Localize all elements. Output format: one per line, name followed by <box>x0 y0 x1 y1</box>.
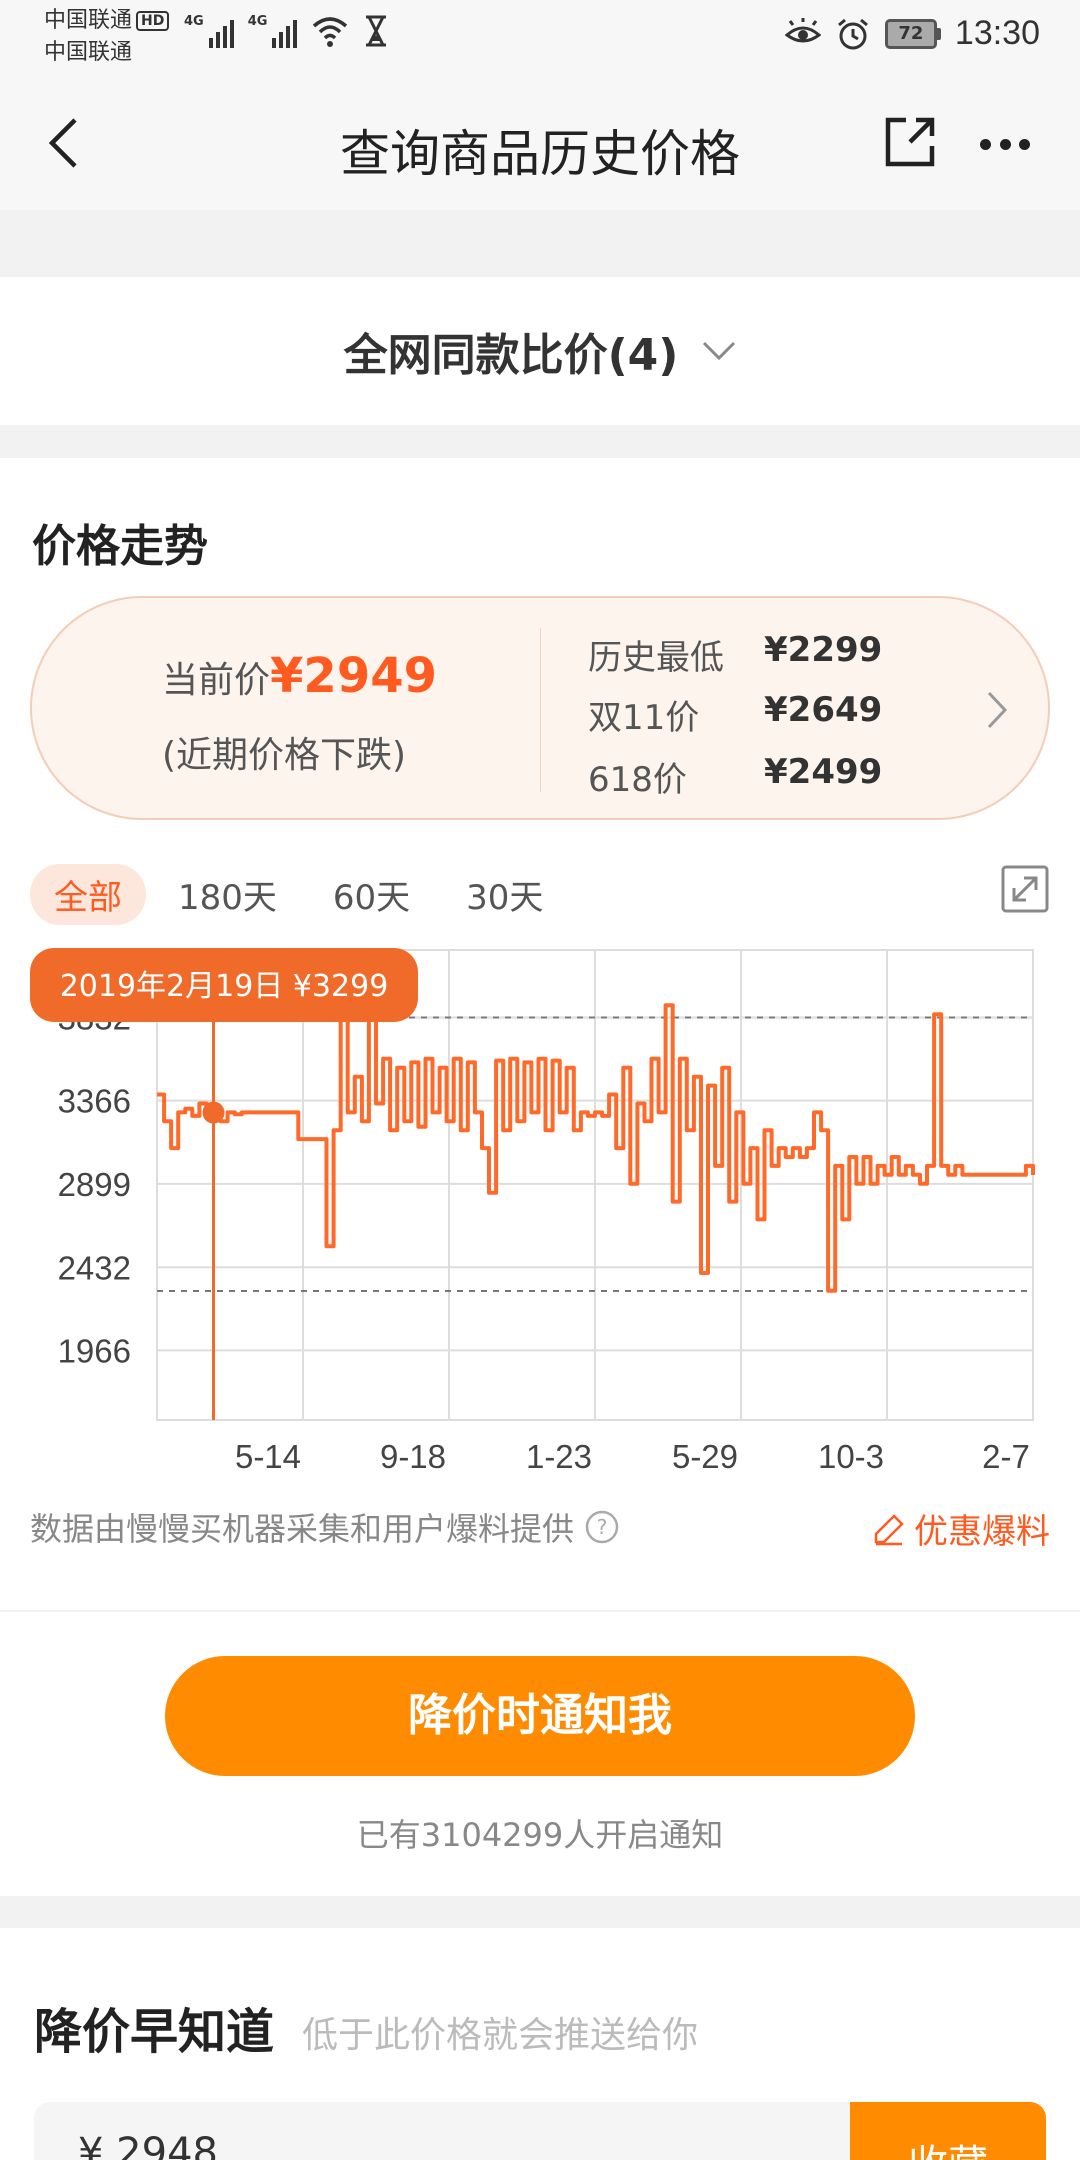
x-tick-label: 2-7 <box>982 1438 1030 1475</box>
current-price-label: 当前价 <box>162 660 271 701</box>
divider <box>540 628 541 792</box>
x-tick-label: 1-23 <box>526 1438 592 1475</box>
price-alert-title: 降价早知道 <box>34 2004 275 2060</box>
hd-badge: HD <box>136 11 170 31</box>
data-source-note: 数据由慢慢买机器采集和用户爆料提供 ? <box>30 1504 620 1550</box>
tooltip-text: 2019年2月19日 ¥3299 <box>60 969 389 1004</box>
notify-on-price-drop-button[interactable]: 降价时通知我 <box>165 1656 915 1776</box>
chevron-down-icon <box>703 341 736 361</box>
more-options-icon[interactable] <box>980 134 1030 154</box>
price-trend-title: 价格走势 <box>32 521 208 572</box>
network-type-1: 4G <box>184 14 204 29</box>
y-tick-label: 3366 <box>58 1083 131 1120</box>
status-right: 72 13:30 <box>784 14 1040 53</box>
price-trend-section: 价格走势 当前价¥2949 (近期价格下跌) 历史最低 ¥2299 双11价 ¥… <box>0 458 1080 1610</box>
carrier-secondary: 中国联通 <box>44 40 133 65</box>
nav-bar: 查询商品历史价格 <box>0 78 1080 210</box>
double11-price-row: 双11价 ¥2649 <box>588 690 882 739</box>
data-source-text: 数据由慢慢买机器采集和用户爆料提供 <box>30 1510 575 1548</box>
history-value: ¥2299 <box>764 630 883 670</box>
pencil-icon <box>874 1513 904 1545</box>
price-trend-note: (近期价格下跌) <box>162 735 407 776</box>
compare-prices-label: 全网同款比价(4) <box>343 330 679 381</box>
carrier-name-1: 中国联通 <box>44 8 133 33</box>
y-tick-label: 2899 <box>58 1166 131 1203</box>
history-label: 双11价 <box>588 698 700 738</box>
history-label: 历史最低 <box>588 638 724 678</box>
history-label: 618价 <box>588 760 687 800</box>
x-tick-label: 5-29 <box>672 1438 738 1475</box>
618-price-row: 618价 ¥2499 <box>588 752 882 801</box>
notify-section: 降价时通知我 已有3104299人开启通知 <box>0 1612 1080 1896</box>
favorite-button[interactable]: 收藏 <box>850 2102 1046 2160</box>
alarm-icon <box>837 18 868 49</box>
fullscreen-icon[interactable] <box>1000 864 1050 914</box>
history-value: ¥2649 <box>764 690 883 730</box>
tab-all[interactable]: 全部 <box>30 864 146 925</box>
current-price-value: ¥2949 <box>270 648 438 704</box>
history-low-row: 历史最低 ¥2299 <box>588 630 882 679</box>
target-price-input[interactable]: ¥ 2948 <box>34 2102 850 2160</box>
history-value: ¥2499 <box>764 752 883 792</box>
notify-count: 已有3104299人开启通知 <box>356 1816 724 1854</box>
time-range-tabs: 全部 180天 60天 30天 <box>30 864 575 925</box>
eye-icon <box>784 17 821 42</box>
price-chart[interactable]: 383233662899243219665-149-181-235-2910-3… <box>0 910 1080 1488</box>
y-tick-label: 1966 <box>58 1332 131 1369</box>
status-bar: 中国联通 HD 中国联通 4G 4G 72 13:30 <box>0 0 1080 78</box>
battery-level: 72 <box>884 18 937 49</box>
price-alert-section: 降价早知道 低于此价格就会推送给你 ¥ 2948 收藏 <box>0 1928 1080 2160</box>
compare-prices-row[interactable]: 全网同款比价(4) <box>0 277 1080 425</box>
tab-180-days[interactable]: 180天 <box>154 864 301 925</box>
chevron-right-icon <box>987 691 1008 729</box>
tab-30-days[interactable]: 30天 <box>442 864 567 925</box>
svg-text:?: ? <box>597 1515 608 1539</box>
signal-icon-1: 4G <box>184 14 234 48</box>
price-chart-svg: 383233662899243219665-149-181-235-2910-3… <box>30 910 1035 1475</box>
clock: 13:30 <box>954 14 1040 52</box>
battery-icon: 72 <box>884 18 941 49</box>
current-price: 当前价¥2949 <box>162 648 437 704</box>
x-tick-label: 5-14 <box>235 1438 301 1475</box>
tab-60-days[interactable]: 60天 <box>309 864 434 925</box>
x-tick-label: 9-18 <box>380 1438 446 1475</box>
x-tick-label: 10-3 <box>818 1438 884 1475</box>
share-icon[interactable] <box>880 112 940 172</box>
wifi-icon <box>313 17 348 47</box>
price-alert-subtitle: 低于此价格就会推送给你 <box>302 2015 699 2056</box>
marker-point <box>202 1101 225 1124</box>
carrier-primary: 中国联通 HD <box>44 8 170 34</box>
report-deal-button[interactable]: 优惠爆料 <box>872 1504 1050 1553</box>
hourglass-icon <box>366 15 387 47</box>
signal-icon-2: 4G <box>248 14 298 48</box>
y-tick-label: 2432 <box>58 1249 131 1286</box>
price-summary-card[interactable]: 当前价¥2949 (近期价格下跌) 历史最低 ¥2299 双11价 ¥2649 … <box>30 596 1050 820</box>
network-type-2: 4G <box>247 14 268 29</box>
signal-group: 4G 4G <box>184 14 389 48</box>
help-icon[interactable]: ? <box>584 1509 620 1545</box>
report-deal-label: 优惠爆料 <box>914 1512 1050 1552</box>
